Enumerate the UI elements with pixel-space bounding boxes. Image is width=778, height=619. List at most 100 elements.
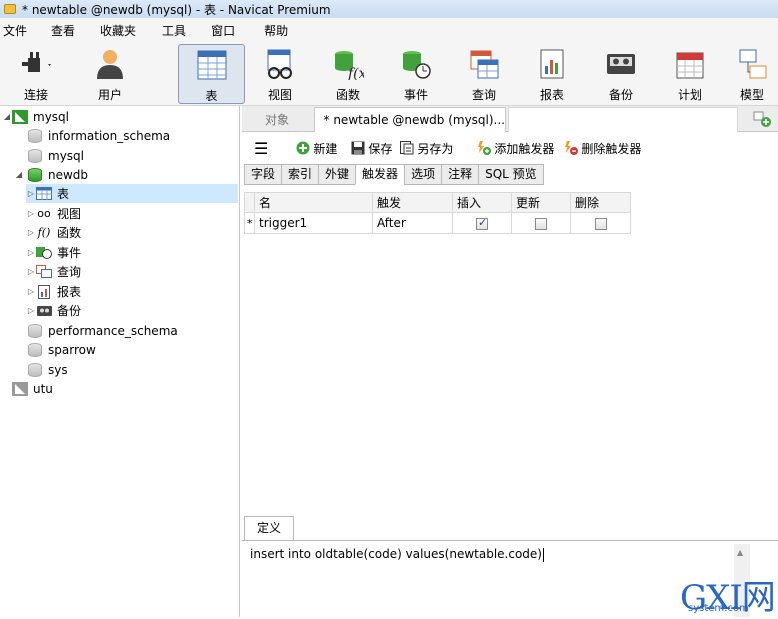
database-icon: [28, 343, 42, 357]
delete-checkbox[interactable]: [595, 218, 607, 230]
report-icon: [536, 48, 568, 80]
delete-trigger-button[interactable]: 删除触发器: [564, 140, 641, 157]
trigger-grid[interactable]: 名 触发 插入 更新 删除 * trigger1 After: [244, 192, 631, 234]
toolbar-connect-button[interactable]: 连接: [4, 44, 68, 104]
column-header-update[interactable]: 更新: [512, 193, 571, 213]
menu-tools[interactable]: 工具: [162, 22, 186, 39]
disconnected-connection-icon: [12, 382, 28, 396]
toolbar-table-button[interactable]: 表: [178, 44, 245, 104]
expanded-arrow-icon[interactable]: ◢: [2, 112, 12, 121]
tab-newtable-design[interactable]: * newtable @newdb (mysql)...: [314, 107, 506, 132]
hamburger-menu-icon[interactable]: ☰: [254, 139, 268, 158]
save-as-icon: [400, 141, 414, 155]
table-row[interactable]: * trigger1 After: [245, 213, 631, 234]
tree-db-mysql[interactable]: mysql: [28, 146, 84, 165]
delete-cell: [571, 213, 631, 234]
table-design-toolbar: ☰ 新建 保存 另存为 添加触发器 删除触发器: [242, 134, 778, 162]
tree-item-queries[interactable]: ▷ 查询: [26, 262, 81, 281]
definition-editor[interactable]: insert into oldtable(code) values(newtab…: [250, 547, 544, 562]
tree-db-newdb[interactable]: ◢ newdb: [14, 165, 88, 184]
event-icon: [400, 48, 432, 80]
add-trigger-button[interactable]: 添加触发器: [477, 140, 554, 157]
navigation-tree[interactable]: ◢ mysql information_schema mysql ◢ newdb…: [0, 106, 240, 617]
toolbar-backup-button[interactable]: 备份: [589, 44, 653, 104]
definition-divider: [242, 540, 778, 541]
tab-sql-preview[interactable]: SQL 预览: [478, 164, 544, 185]
toolbar-model-button[interactable]: 模型: [726, 44, 778, 104]
new-button[interactable]: 新建: [296, 140, 337, 157]
collapsed-arrow-icon[interactable]: ▷: [26, 267, 36, 276]
toolbar-report-button[interactable]: 报表: [520, 44, 584, 104]
tab-options[interactable]: 选项: [404, 164, 441, 185]
new-icon: [296, 141, 310, 155]
tab-triggers[interactable]: 触发器: [355, 164, 404, 185]
delete-trigger-icon: [564, 141, 578, 155]
tab-objects[interactable]: 对象: [242, 108, 312, 132]
database-open-icon: [28, 168, 42, 182]
update-checkbox[interactable]: [535, 218, 547, 230]
tree-item-backups[interactable]: ▷ 备份: [26, 301, 81, 320]
tab-foreign-keys[interactable]: 外键: [318, 164, 355, 185]
collapsed-arrow-icon[interactable]: ▷: [26, 306, 36, 315]
tree-connection-utu[interactable]: utu: [12, 379, 53, 398]
toolbar-user-button[interactable]: 用户: [78, 44, 142, 104]
query-icon: [468, 48, 500, 80]
tab-indexes[interactable]: 索引: [281, 164, 318, 185]
text-caret: [543, 548, 544, 562]
tree-connection-mysql[interactable]: ◢ mysql: [2, 107, 69, 126]
menu-file[interactable]: 文件: [3, 22, 27, 39]
menu-bar: 文件 查看 收藏夹 工具 窗口 帮助: [0, 18, 778, 42]
collapsed-arrow-icon[interactable]: ▷: [26, 189, 36, 198]
row-marker-header: [245, 193, 255, 213]
menu-favorites[interactable]: 收藏夹: [100, 22, 136, 39]
scroll-up-icon[interactable]: ▲: [737, 548, 743, 557]
column-header-fires[interactable]: 触发: [373, 193, 453, 213]
add-trigger-icon: [477, 141, 491, 155]
trigger-name-cell[interactable]: trigger1: [255, 213, 373, 234]
tab-comment[interactable]: 注释: [441, 164, 478, 185]
tree-db-sys[interactable]: sys: [28, 360, 68, 379]
tree-item-events[interactable]: ▷ 事件: [26, 243, 81, 262]
design-table-icon: [319, 113, 320, 127]
function-icon: f(x): [332, 48, 364, 80]
collapsed-arrow-icon[interactable]: ▷: [26, 248, 36, 257]
tab-definition[interactable]: 定义: [244, 516, 294, 541]
insert-checkbox[interactable]: [476, 218, 488, 230]
row-marker: *: [245, 213, 255, 234]
save-as-button[interactable]: 另存为: [400, 140, 453, 157]
tree-db-information-schema[interactable]: information_schema: [28, 126, 170, 145]
tab-fields[interactable]: 字段: [244, 164, 281, 185]
menu-view[interactable]: 查看: [51, 22, 75, 39]
tree-item-functions[interactable]: ▷ f() 函数: [26, 223, 81, 242]
toolbar-view-button[interactable]: 视图: [248, 44, 312, 104]
expanded-arrow-icon[interactable]: ◢: [14, 170, 24, 179]
plug-icon: [20, 48, 52, 80]
tab-placeholder: [508, 107, 738, 132]
trigger-timing-cell[interactable]: After: [373, 213, 453, 234]
svg-text:f(x): f(x): [347, 66, 364, 80]
collapsed-arrow-icon[interactable]: ▷: [26, 228, 36, 237]
save-button[interactable]: 保存: [351, 140, 392, 157]
toolbar-schedule-button[interactable]: 计划: [658, 44, 722, 104]
backup-icon: [36, 304, 52, 318]
column-header-name[interactable]: 名: [255, 193, 373, 213]
toolbar-query-button[interactable]: 查询: [452, 44, 516, 104]
add-tab-button[interactable]: [752, 110, 772, 128]
menu-help[interactable]: 帮助: [264, 22, 288, 39]
view-icon: [264, 48, 296, 80]
toolbar-function-button[interactable]: f(x) 函数: [316, 44, 380, 104]
column-header-insert[interactable]: 插入: [453, 193, 512, 213]
tree-item-reports[interactable]: ▷ 报表: [26, 282, 81, 301]
tree-item-tables[interactable]: ▷ 表: [26, 184, 238, 203]
toolbar-event-button[interactable]: 事件: [384, 44, 448, 104]
navicat-app-icon: [4, 4, 16, 14]
menu-window[interactable]: 窗口: [211, 22, 235, 39]
tree-db-sparrow[interactable]: sparrow: [28, 340, 96, 359]
column-header-delete[interactable]: 删除: [571, 193, 631, 213]
collapsed-arrow-icon[interactable]: ▷: [26, 209, 36, 218]
table-icon: [196, 49, 228, 81]
model-icon: [736, 48, 768, 80]
collapsed-arrow-icon[interactable]: ▷: [26, 287, 36, 296]
tree-item-views[interactable]: ▷ oo 视图: [26, 204, 81, 223]
tree-db-performance-schema[interactable]: performance_schema: [28, 321, 178, 340]
